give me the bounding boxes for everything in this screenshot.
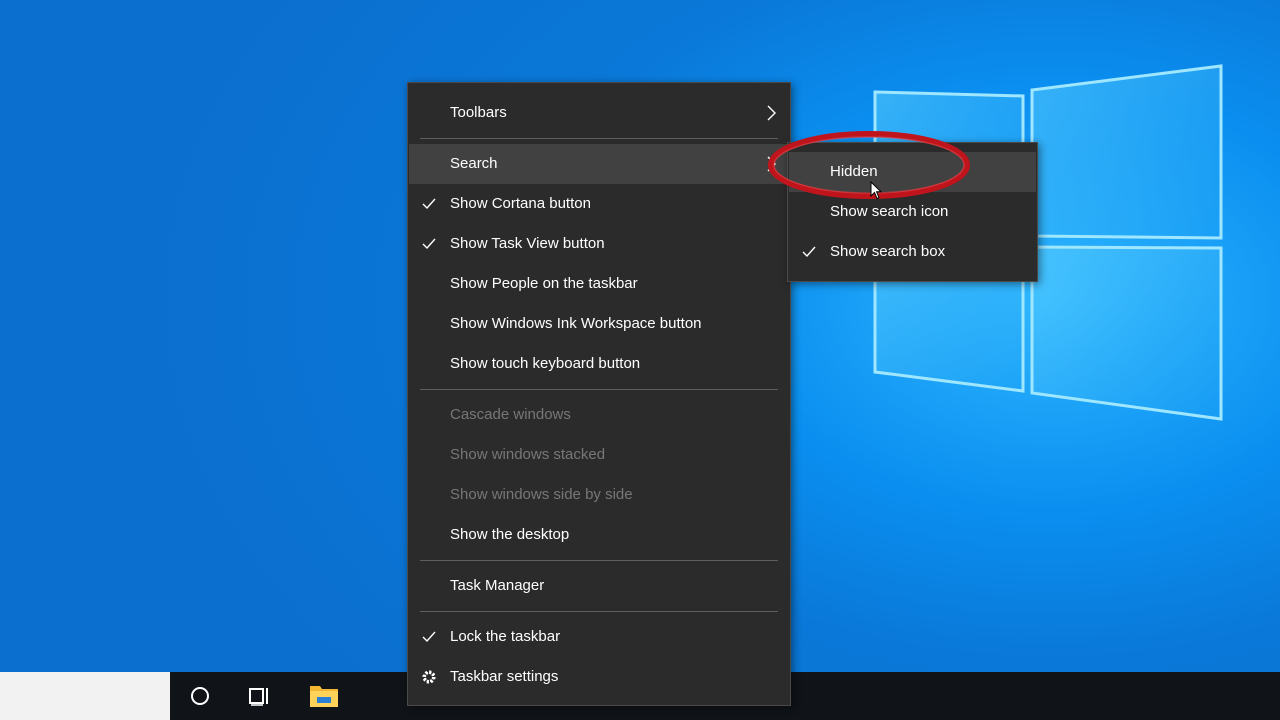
menu-item-label: Lock the taskbar xyxy=(450,628,561,645)
cortana-icon xyxy=(191,687,209,705)
menu-item-show-windows-side-by-side: Show windows side by side xyxy=(409,475,789,515)
task-view-icon xyxy=(249,688,268,706)
menu-item-label: Show windows side by side xyxy=(450,486,633,503)
menu-item-show-windows-stacked: Show windows stacked xyxy=(409,435,789,475)
menu-item-show-cortana-button[interactable]: Show Cortana button xyxy=(409,184,789,224)
menu-item-show-people[interactable]: Show People on the taskbar xyxy=(409,264,789,304)
checkmark-icon xyxy=(422,238,436,250)
menu-item-label: Search xyxy=(450,155,498,172)
menu-item-search[interactable]: Search xyxy=(409,144,789,184)
search-submenu: Hidden Show search icon Show search box xyxy=(787,142,1038,282)
submenu-item-show-search-icon[interactable]: Show search icon xyxy=(789,192,1036,232)
menu-item-lock-taskbar[interactable]: Lock the taskbar xyxy=(409,617,789,657)
cortana-button[interactable] xyxy=(176,672,224,720)
menu-separator xyxy=(420,389,778,390)
menu-item-show-task-view-button[interactable]: Show Task View button xyxy=(409,224,789,264)
submenu-item-label: Show search icon xyxy=(830,203,949,220)
menu-item-label: Toolbars xyxy=(450,104,507,121)
checkmark-icon xyxy=(422,198,436,210)
menu-item-show-touch-keyboard[interactable]: Show touch keyboard button xyxy=(409,344,789,384)
menu-item-label: Show windows stacked xyxy=(450,446,606,463)
menu-separator xyxy=(420,138,778,139)
submenu-item-label: Show search box xyxy=(830,243,946,260)
menu-item-label: Show Windows Ink Workspace button xyxy=(450,315,702,332)
menu-item-taskbar-settings[interactable]: Taskbar settings xyxy=(409,657,789,697)
menu-item-label: Show People on the taskbar xyxy=(450,275,638,292)
task-view-button[interactable] xyxy=(236,672,284,720)
menu-item-label: Show touch keyboard button xyxy=(450,355,641,372)
menu-item-label: Task Manager xyxy=(450,577,545,594)
submenu-item-show-search-box[interactable]: Show search box xyxy=(789,232,1036,272)
menu-item-label: Show Cortana button xyxy=(450,195,591,212)
mouse-cursor-icon xyxy=(870,181,882,200)
menu-item-label: Cascade windows xyxy=(450,406,571,423)
menu-item-cascade-windows: Cascade windows xyxy=(409,395,789,435)
menu-separator xyxy=(420,611,778,612)
desktop: Toolbars Search Show Cortana button Show… xyxy=(0,0,1280,720)
menu-item-show-desktop[interactable]: Show the desktop xyxy=(409,515,789,555)
taskbar-context-menu: Toolbars Search Show Cortana button Show… xyxy=(407,82,791,706)
menu-item-toolbars[interactable]: Toolbars xyxy=(409,93,789,133)
menu-item-label: Show the desktop xyxy=(450,526,570,543)
gear-icon xyxy=(422,670,436,684)
menu-item-label: Show Task View button xyxy=(450,235,605,252)
menu-item-show-ink-workspace[interactable]: Show Windows Ink Workspace button xyxy=(409,304,789,344)
taskbar-search-box[interactable] xyxy=(0,672,170,720)
menu-item-task-manager[interactable]: Task Manager xyxy=(409,566,789,606)
submenu-item-hidden[interactable]: Hidden xyxy=(789,152,1036,192)
chevron-right-icon xyxy=(767,156,776,172)
file-explorer-icon xyxy=(310,686,338,707)
file-explorer-button[interactable] xyxy=(300,672,348,720)
menu-item-label: Taskbar settings xyxy=(450,668,559,685)
checkmark-icon xyxy=(422,631,436,643)
chevron-right-icon xyxy=(767,105,776,121)
submenu-item-label: Hidden xyxy=(830,163,878,180)
checkmark-icon xyxy=(802,246,816,258)
menu-separator xyxy=(420,560,778,561)
